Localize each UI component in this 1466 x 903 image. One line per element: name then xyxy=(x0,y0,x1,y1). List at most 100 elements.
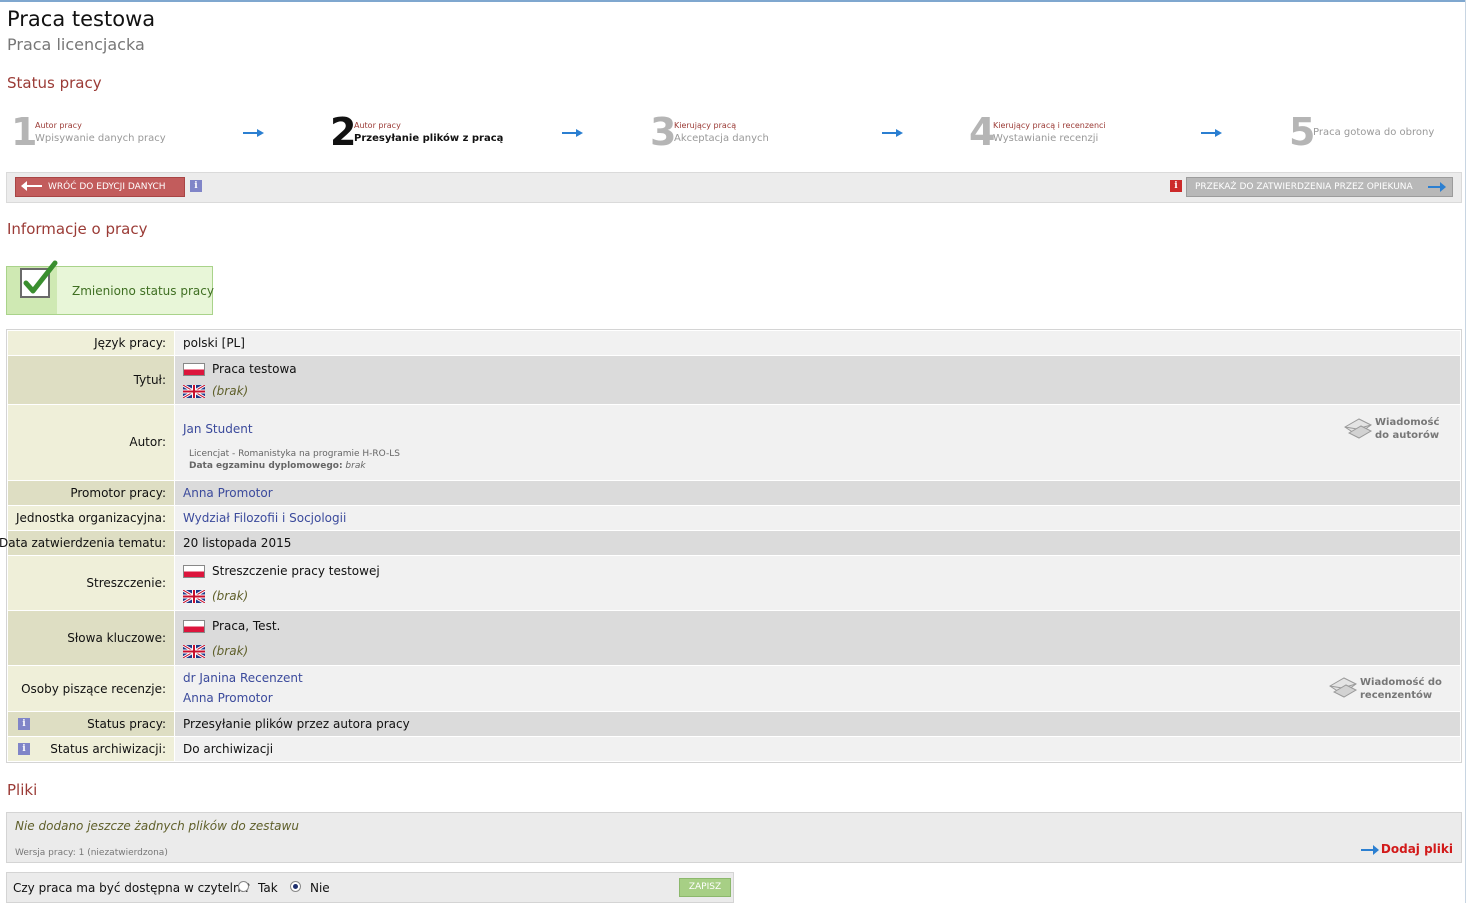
step-description: Wystawianie recenzji xyxy=(993,133,1099,144)
top-border xyxy=(0,0,1466,2)
language-value: polski [PL] xyxy=(183,336,245,350)
author-program: Licencjat - Romanistyka na programie H-R… xyxy=(189,449,400,459)
row-label: Tytuł: xyxy=(133,373,166,387)
step-number: 1 xyxy=(11,110,38,154)
arrow-right-icon xyxy=(562,129,584,137)
row-archive: i Status archiwizacji: Do archiwizacji xyxy=(8,737,1460,761)
row-abstract: Streszczenie: Streszczenie pracy testowe… xyxy=(8,556,1460,610)
info-heading: Informacje o pracy xyxy=(7,220,148,238)
reviewer-link[interactable]: Anna Promotor xyxy=(183,691,273,705)
files-version-text: Wersja pracy: 1 (niezatwierdzona) xyxy=(15,848,168,858)
flag-pl-icon xyxy=(183,565,205,578)
info-icon[interactable]: i xyxy=(1170,180,1182,192)
arrow-left-icon xyxy=(21,181,42,191)
step-role: Kierujący pracą xyxy=(674,121,737,130)
submit-for-approval-button[interactable]: PRZEKAŻ DO ZATWIERDZENIA PRZEZ OPIEKUNA xyxy=(1186,177,1453,197)
row-language: Język pracy: polski [PL] xyxy=(8,331,1460,355)
page-title: Praca testowa xyxy=(7,7,156,31)
unit-link[interactable]: Wydział Filozofii i Socjologii xyxy=(183,511,346,525)
page-subtitle: Praca licencjacka xyxy=(7,35,145,54)
step-description: Akceptacja danych xyxy=(674,133,769,144)
info-icon[interactable]: i xyxy=(18,743,30,755)
back-to-edit-label: WRÓĆ DO EDYCJI DANYCH xyxy=(48,182,166,192)
success-message-text: Zmieniono status pracy xyxy=(72,284,214,298)
arrow-right-icon xyxy=(1201,129,1223,137)
reading-room-form: Czy praca ma być dostępna w czytelni? Ta… xyxy=(6,872,734,903)
message-reviewers-label: Wiadomość do recenzentów xyxy=(1360,677,1442,701)
info-icon[interactable]: i xyxy=(190,180,202,192)
status-heading: Status pracy xyxy=(7,74,102,92)
files-heading: Pliki xyxy=(7,781,38,799)
row-supervisor: Promotor pracy: Anna Promotor xyxy=(8,481,1460,505)
topic-date-value: 20 listopada 2015 xyxy=(183,536,292,550)
checkmark-icon xyxy=(20,260,58,298)
success-message: Zmieniono status pracy xyxy=(6,260,214,315)
message-authors-label: Wiadomość do autorów xyxy=(1375,417,1440,441)
row-label: Streszczenie: xyxy=(86,576,166,590)
save-button[interactable]: ZAPISZ xyxy=(679,878,731,897)
supervisor-link[interactable]: Anna Promotor xyxy=(183,486,273,500)
envelope-icon xyxy=(1344,418,1373,439)
title-pl-value: Praca testowa xyxy=(212,362,297,376)
step-description: Wpisywanie danych pracy xyxy=(35,133,166,144)
flag-gb-icon xyxy=(183,645,205,658)
author-link[interactable]: Jan Student xyxy=(183,422,253,436)
title-en-value: (brak) xyxy=(212,384,249,398)
row-label: Status archiwizacji: xyxy=(50,742,166,756)
step-role: Autor pracy xyxy=(354,121,401,130)
status-steps: 1 Autor pracy Wpisywanie danych pracy 2 … xyxy=(0,110,1466,158)
arrow-right-icon xyxy=(1428,182,1446,192)
step-description: Praca gotowa do obrony xyxy=(1313,127,1435,138)
row-label: Słowa kluczowe: xyxy=(67,631,166,645)
arrow-right-icon xyxy=(882,129,904,137)
row-unit: Jednostka organizacyjna: Wydział Filozof… xyxy=(8,506,1460,530)
row-label: Osoby piszące recenzje: xyxy=(21,682,166,696)
exam-date-value: brak xyxy=(345,461,366,471)
message-authors-button[interactable]: Wiadomość do autorów xyxy=(1343,413,1446,443)
radio-no[interactable] xyxy=(290,881,301,892)
step-role: Kierujący pracą i recenzenci xyxy=(993,121,1106,130)
abstract-pl-value: Streszczenie pracy testowej xyxy=(212,564,380,578)
abstract-en-value: (brak) xyxy=(212,589,249,603)
add-files-button[interactable]: Dodaj pliki xyxy=(1361,842,1453,858)
arrow-right-icon xyxy=(1361,845,1379,855)
row-label: Promotor pracy: xyxy=(70,486,166,500)
message-reviewers-button[interactable]: Wiadomość do recenzentów xyxy=(1328,672,1448,702)
work-info-table: Język pracy: polski [PL] Tytuł: Praca te… xyxy=(0,329,1462,763)
step-number: 5 xyxy=(1289,110,1316,154)
add-files-label: Dodaj pliki xyxy=(1380,842,1453,856)
flag-pl-icon xyxy=(183,363,205,376)
step-number: 3 xyxy=(650,110,677,154)
exam-date: Data egzaminu dyplomowego: brak xyxy=(189,461,366,471)
keywords-en-value: (brak) xyxy=(212,644,249,658)
row-reviewers: Osoby piszące recenzje: dr Janina Recenz… xyxy=(8,666,1460,711)
row-label: Autor: xyxy=(129,435,166,449)
flag-gb-icon xyxy=(183,385,205,398)
flag-pl-icon xyxy=(183,620,205,633)
radio-no-label: Nie xyxy=(310,881,330,895)
step-role: Autor pracy xyxy=(35,121,82,130)
envelope-icon xyxy=(1329,677,1358,698)
step-number: 4 xyxy=(969,110,996,154)
keywords-pl-value: Praca, Test. xyxy=(212,619,281,633)
info-icon[interactable]: i xyxy=(18,718,30,730)
step-number: 2 xyxy=(330,110,357,154)
row-title: Tytuł: Praca testowa (brak) xyxy=(8,356,1460,404)
exam-date-label: Data egzaminu dyplomowego: xyxy=(189,461,343,471)
row-topic-date: Data zatwierdzenia tematu: 20 listopada … xyxy=(0,531,1460,555)
radio-yes[interactable] xyxy=(238,881,249,892)
files-empty-text: Nie dodano jeszcze żadnych plików do zes… xyxy=(15,819,299,833)
reading-room-question: Czy praca ma być dostępna w czytelni? xyxy=(13,881,251,895)
row-status: i Status pracy: Przesyłanie plików przez… xyxy=(8,712,1460,736)
row-label: Status pracy: xyxy=(87,717,166,731)
back-to-edit-button[interactable]: WRÓĆ DO EDYCJI DANYCH xyxy=(15,177,185,197)
row-label: Język pracy: xyxy=(94,336,166,350)
row-label: Jednostka organizacyjna: xyxy=(15,511,166,525)
flag-gb-icon xyxy=(183,590,205,603)
step-description: Przesyłanie plików z pracą xyxy=(354,133,504,144)
row-label: Data zatwierdzenia tematu: xyxy=(0,536,166,550)
status-value: Przesyłanie plików przez autora pracy xyxy=(183,717,410,731)
reviewer-link[interactable]: dr Janina Recenzent xyxy=(183,671,303,685)
radio-yes-label: Tak xyxy=(258,881,278,895)
row-keywords: Słowa kluczowe: Praca, Test. (brak) xyxy=(8,611,1460,665)
